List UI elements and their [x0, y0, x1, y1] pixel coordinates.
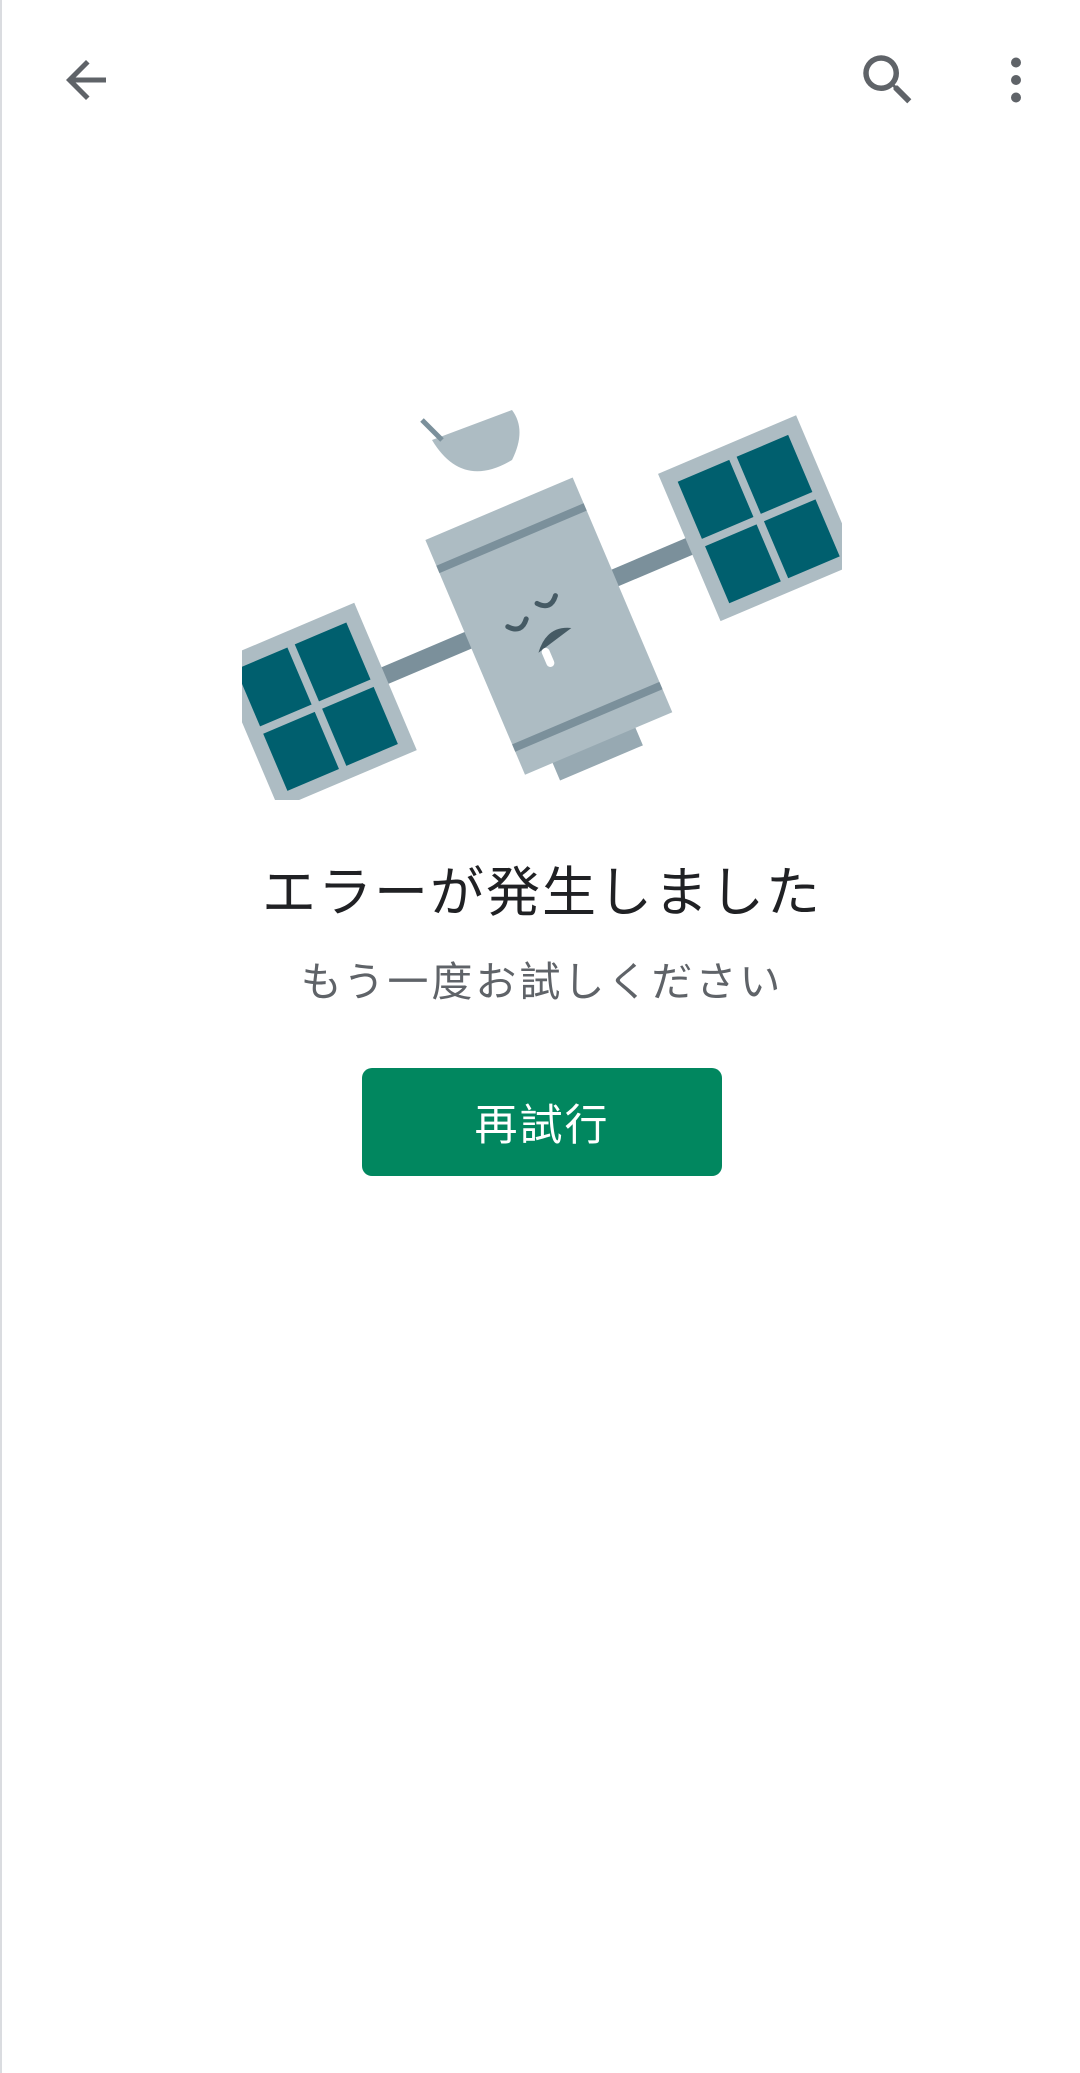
search-button[interactable]	[840, 32, 936, 128]
back-button[interactable]	[38, 32, 134, 128]
error-subtitle: もう一度お試しください	[300, 958, 784, 1006]
retry-button[interactable]: 再試行	[362, 1068, 722, 1176]
error-page: エラーが発生しました もう一度お試しください 再試行	[0, 0, 1080, 2073]
retry-button-label: 再試行	[474, 1101, 610, 1151]
broken-satellite-illustration	[242, 410, 842, 800]
more-options-button[interactable]	[968, 32, 1064, 128]
more-vert-icon	[1011, 57, 1021, 103]
search-icon	[863, 55, 912, 104]
arrow-back-icon	[66, 60, 106, 100]
top-app-bar	[2, 0, 1080, 160]
error-title: エラーが発生しました	[262, 861, 822, 924]
